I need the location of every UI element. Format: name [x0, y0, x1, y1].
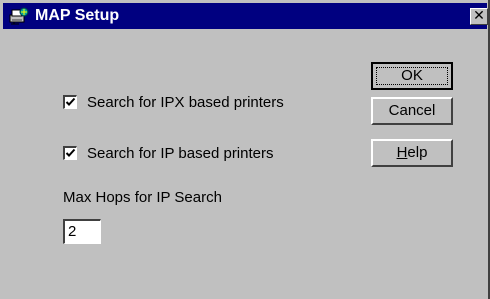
focus-ring	[376, 67, 448, 85]
map-setup-dialog: MAP Setup ✕ OK Cancel Help Search for IP…	[0, 0, 490, 299]
ok-button[interactable]: OK	[371, 62, 453, 90]
ipx-search-checkbox[interactable]	[63, 95, 77, 109]
close-button[interactable]: ✕	[470, 8, 488, 25]
title-bar[interactable]: MAP Setup ✕	[3, 3, 488, 29]
max-hops-label: Max Hops for IP Search	[63, 189, 222, 206]
help-button-mnemonic: H	[396, 144, 408, 161]
checkmark-icon	[65, 148, 76, 157]
printer-network-icon	[9, 7, 29, 25]
window-title: MAP Setup	[35, 7, 120, 24]
ipx-search-label: Search for IPX based printers	[87, 94, 284, 111]
ip-search-checkbox[interactable]	[63, 146, 77, 160]
cancel-button[interactable]: Cancel	[371, 97, 453, 125]
close-icon: ✕	[473, 8, 485, 24]
checkmark-icon	[65, 97, 76, 106]
help-button-label: elp	[407, 144, 428, 161]
max-hops-input[interactable]: 2	[63, 219, 101, 244]
cancel-button-label: Cancel	[388, 102, 436, 119]
ip-search-label: Search for IP based printers	[87, 145, 274, 162]
help-button[interactable]: Help	[371, 139, 453, 167]
